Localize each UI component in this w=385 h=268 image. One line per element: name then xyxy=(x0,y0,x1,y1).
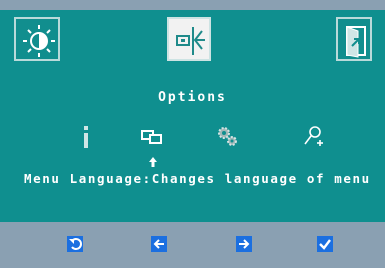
left-button[interactable] xyxy=(151,236,167,252)
back-icon xyxy=(69,238,82,250)
right-button[interactable] xyxy=(236,236,252,252)
confirm-button[interactable] xyxy=(317,236,333,252)
brightness-icon xyxy=(23,25,55,57)
checkmark-icon xyxy=(319,239,331,250)
back-button[interactable] xyxy=(67,236,83,252)
option-info[interactable] xyxy=(72,124,100,150)
tab-exit[interactable] xyxy=(336,17,372,61)
exit-icon xyxy=(346,26,366,58)
description-text: Changes language of menu xyxy=(151,171,371,186)
option-user[interactable] xyxy=(300,124,328,150)
description-separator: : xyxy=(142,171,152,186)
user-add-icon xyxy=(304,126,323,146)
option-settings[interactable] xyxy=(214,124,242,150)
description-label: Menu Language xyxy=(24,171,143,186)
menu-title: Options xyxy=(158,90,227,105)
option-description: Menu Language:Changes language of menu xyxy=(24,172,374,186)
menu-language-icon xyxy=(141,130,162,144)
selection-arrow-icon xyxy=(149,157,157,167)
top-strip xyxy=(0,0,385,10)
right-arrow-icon xyxy=(239,239,250,249)
tab-brightness[interactable] xyxy=(14,17,60,61)
left-arrow-icon xyxy=(153,239,164,249)
option-menu-language[interactable] xyxy=(137,124,165,150)
settings-gears-icon xyxy=(218,127,237,146)
input-source-icon xyxy=(176,27,205,55)
info-icon xyxy=(84,126,88,148)
tab-options[interactable] xyxy=(167,17,211,61)
